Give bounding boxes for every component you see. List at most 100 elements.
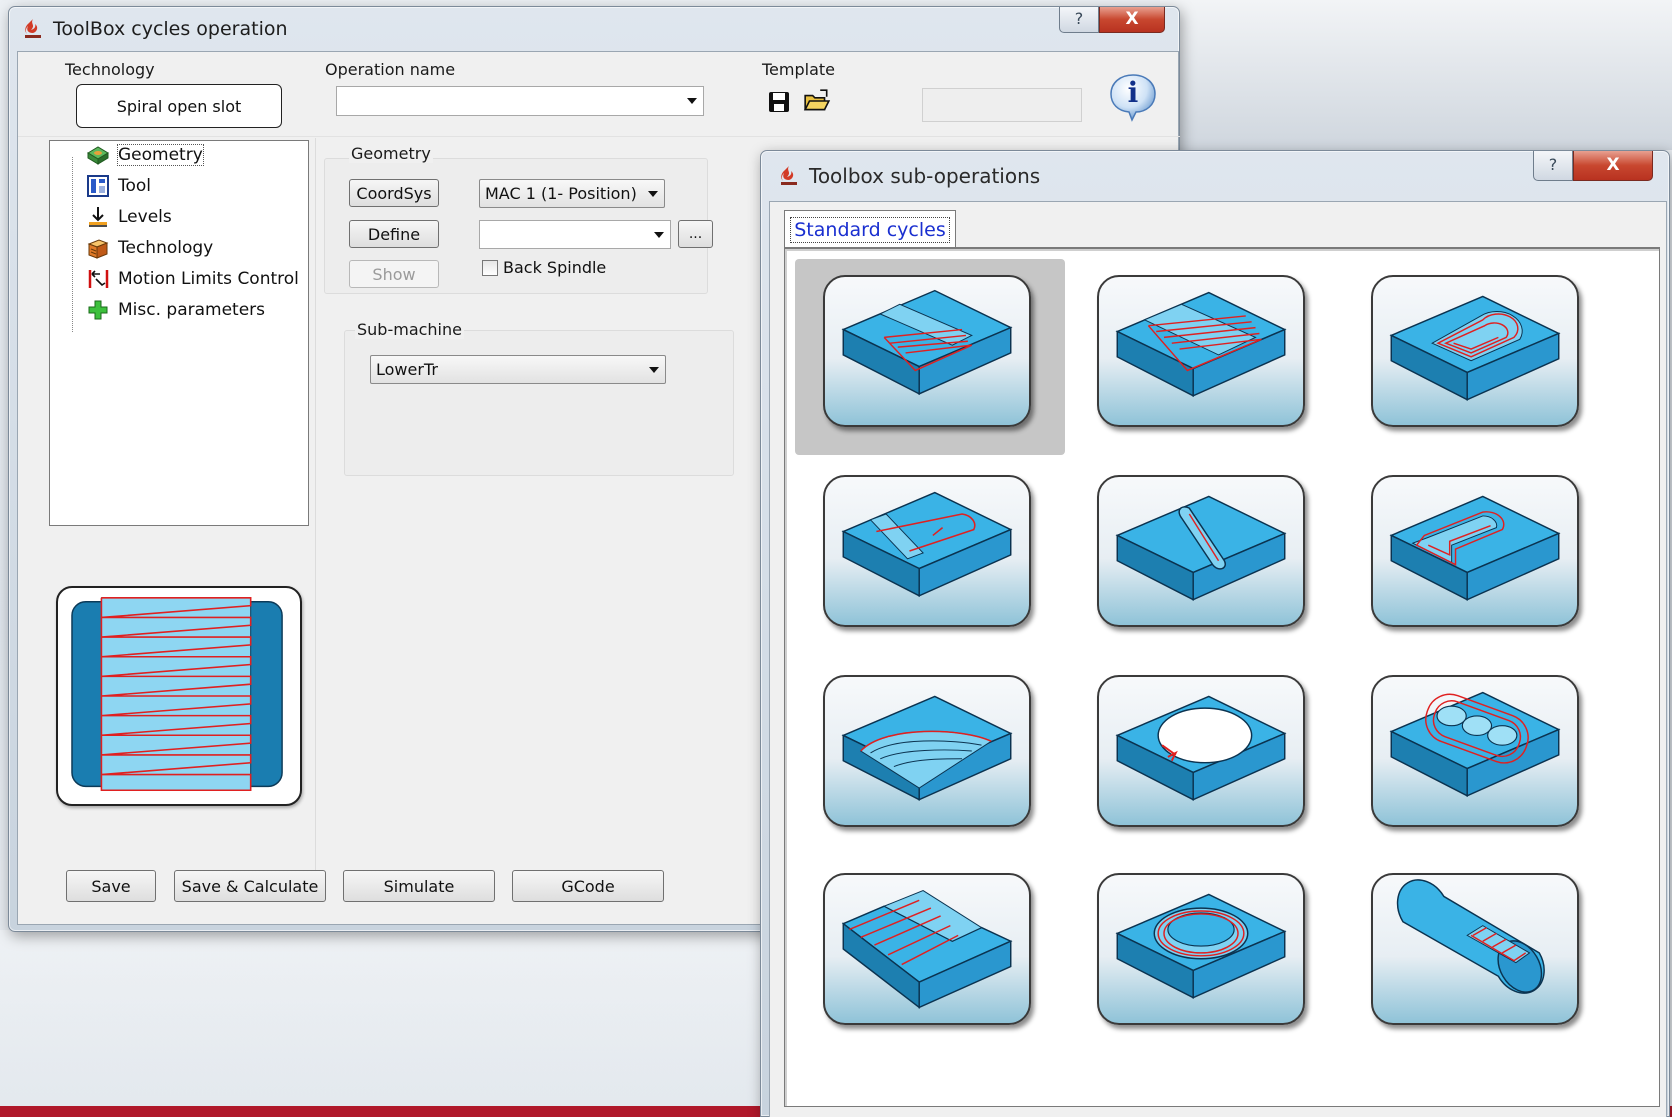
spiral-slot-preview-graphic — [71, 597, 283, 792]
tree-item-technology[interactable]: Technology — [86, 237, 213, 259]
back-spindle-label: Back Spindle — [503, 258, 607, 277]
slot-u-contour-icon — [1389, 495, 1561, 601]
define-button[interactable]: Define — [349, 220, 439, 248]
toolbox-sub-operations-window: Toolbox sub-operations ? X Standard cycl… — [760, 150, 1670, 1117]
tile-button — [1371, 675, 1579, 827]
tree-label-misc-parameters: Misc. parameters — [118, 300, 266, 320]
show-button[interactable]: Show — [349, 260, 439, 288]
tree-item-levels[interactable]: Levels — [86, 206, 172, 228]
tile-circular-groove[interactable] — [1069, 857, 1339, 1053]
tile-open-slot-parallel[interactable] — [795, 259, 1065, 455]
open-slot-parallel-icon — [841, 289, 1013, 396]
tile-button — [1371, 475, 1579, 627]
app-flame-icon — [25, 19, 41, 38]
main-caption-buttons: ? X — [1059, 7, 1165, 33]
chevron-down-icon — [687, 98, 697, 104]
tile-button — [1097, 475, 1305, 627]
tile-closed-slot[interactable] — [1069, 459, 1339, 655]
tile-button — [1371, 873, 1579, 1025]
open-folder-icon[interactable] — [803, 88, 831, 114]
coordsys-value: MAC 1 (1- Position) — [485, 184, 637, 203]
tile-cylinder-slot[interactable] — [1343, 857, 1613, 1053]
levels-icon — [89, 207, 107, 227]
ellipsis-button[interactable]: ... — [678, 220, 713, 248]
tile-open-slot-contour[interactable] — [795, 459, 1065, 655]
operation-name-combo[interactable] — [336, 86, 704, 116]
submachine-combo[interactable]: LowerTr — [370, 355, 666, 384]
header-divider — [18, 136, 1180, 137]
gcode-button[interactable]: GCode — [512, 870, 664, 902]
tree-label-technology: Technology — [118, 238, 214, 258]
template-field[interactable] — [922, 88, 1082, 122]
technology-label: Technology — [65, 60, 155, 79]
chevron-down-icon — [654, 231, 664, 238]
tile-button — [1371, 275, 1579, 427]
help-button[interactable]: ? — [1533, 151, 1573, 181]
open-slot-wide-icon — [1115, 291, 1287, 397]
closed-slot-icon — [1115, 495, 1287, 601]
help-button[interactable]: ? — [1059, 7, 1099, 33]
tile-slot-u-contour[interactable] — [1343, 459, 1613, 655]
tree-label-levels: Levels — [118, 207, 172, 227]
circular-groove-icon — [1115, 893, 1287, 999]
closed-pocket-slot-icon — [1389, 295, 1561, 401]
app-flame-icon — [781, 166, 797, 185]
circular-pocket-icon — [1115, 695, 1287, 801]
tree-item-geometry[interactable]: Geometry — [86, 144, 204, 166]
bosses-contour-icon — [1389, 691, 1561, 797]
misc-parameters-icon — [88, 300, 108, 320]
tree-item-tool[interactable]: Tool — [86, 175, 151, 197]
floppy-disk-icon[interactable] — [767, 90, 791, 114]
surface-pocket-icon — [841, 695, 1013, 801]
tile-surface-pocket[interactable] — [795, 659, 1065, 855]
save-and-calculate-button[interactable]: Save & Calculate — [174, 870, 326, 902]
tile-button — [1097, 675, 1305, 827]
technology-icon — [87, 239, 109, 259]
tile-button — [823, 275, 1031, 427]
sub-window-title: Toolbox sub-operations — [809, 164, 1041, 188]
tool-icon — [87, 175, 109, 197]
left-panel-divider — [315, 138, 316, 900]
cycle-preview — [56, 586, 302, 806]
template-label: Template — [762, 60, 836, 79]
tree-label-motion-limits: Motion Limits Control — [118, 269, 299, 289]
tile-button — [823, 475, 1031, 627]
tile-closed-pocket-slot[interactable] — [1343, 259, 1613, 455]
coordsys-combo[interactable]: MAC 1 (1- Position) — [479, 179, 665, 208]
tile-bosses-contour[interactable] — [1343, 659, 1613, 855]
tab-standard-cycles[interactable]: Standard cycles — [784, 210, 956, 248]
tree-item-misc-parameters[interactable]: Misc. parameters — [86, 299, 265, 321]
parameter-tree[interactable]: Geometry Tool Levels Technology Motion L… — [49, 140, 309, 526]
chevron-down-icon — [648, 190, 658, 197]
coordsys-button[interactable]: CoordSys — [349, 179, 439, 207]
tile-chamfer-slot[interactable] — [795, 857, 1065, 1053]
tile-circular-pocket[interactable] — [1069, 659, 1339, 855]
checkbox-box — [482, 259, 498, 276]
tile-open-slot-wide[interactable] — [1069, 259, 1339, 455]
tab-label: Standard cycles — [790, 216, 950, 243]
tree-connector — [72, 157, 73, 332]
close-button[interactable]: X — [1573, 151, 1653, 181]
motion-limits-icon — [88, 270, 109, 288]
main-window-title: ToolBox cycles operation — [53, 18, 288, 40]
technology-button[interactable]: Spiral open slot — [76, 84, 282, 128]
submachine-group-label: Sub-machine — [355, 320, 464, 339]
sub-client-area: Standard cycles — [769, 201, 1667, 1117]
info-icon[interactable]: i — [1108, 72, 1158, 122]
tile-button — [823, 873, 1031, 1025]
tree-label-geometry: Geometry — [117, 144, 204, 166]
chevron-down-icon — [649, 366, 659, 373]
main-titlebar[interactable]: ToolBox cycles operation — [9, 7, 1179, 51]
tree-label-tool: Tool — [118, 176, 152, 196]
save-button[interactable]: Save — [66, 870, 156, 902]
cylinder-slot-icon — [1396, 879, 1545, 994]
simulate-button[interactable]: Simulate — [343, 870, 495, 902]
tree-item-motion-limits-control[interactable]: Motion Limits Control — [86, 268, 299, 290]
chamfer-slot-icon — [841, 890, 1013, 1009]
define-combo[interactable] — [479, 220, 671, 249]
operation-name-label: Operation name — [325, 60, 456, 79]
back-spindle-checkbox[interactable]: Back Spindle — [482, 258, 606, 277]
close-button[interactable]: X — [1099, 7, 1165, 33]
tile-button — [1097, 275, 1305, 427]
submachine-groupbox — [344, 330, 734, 476]
